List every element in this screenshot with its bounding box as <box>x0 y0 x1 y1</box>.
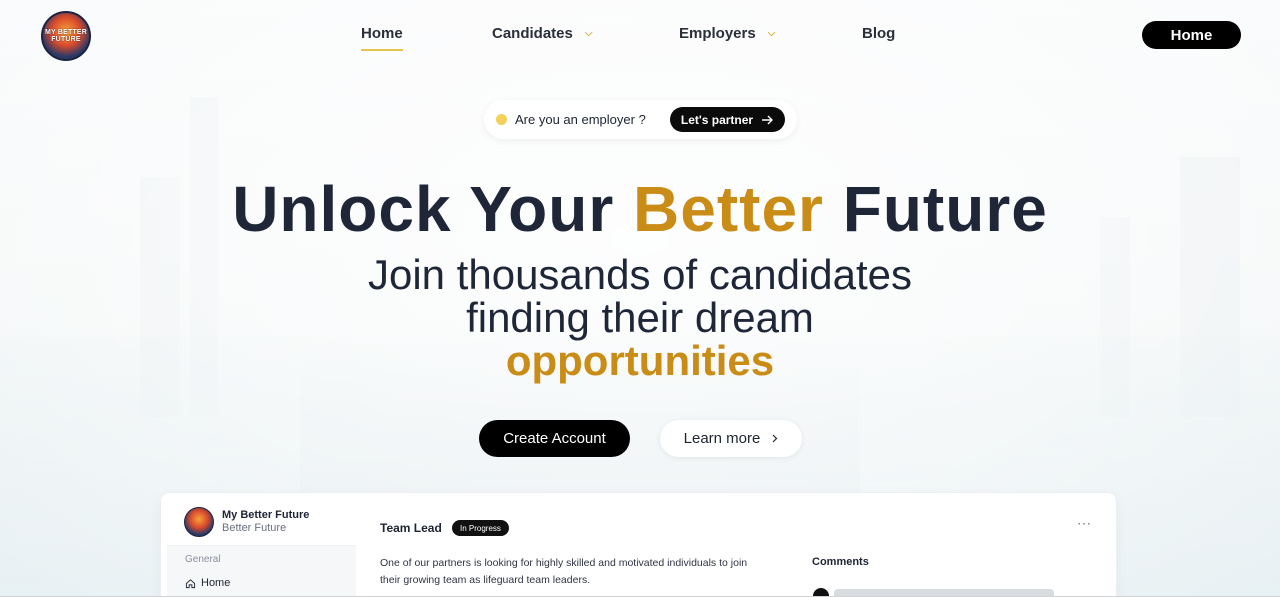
dashboard-brand-name: My Better Future <box>222 509 310 521</box>
hero-title-end: Future <box>823 173 1048 245</box>
dashboard-sidebar: My Better Future Better Future General H… <box>167 499 356 597</box>
status-badge: In Progress <box>452 520 509 536</box>
home-icon <box>185 578 196 588</box>
nav-candidates[interactable]: Candidates ⌵ <box>492 25 592 42</box>
create-account-button[interactable]: Create Account <box>479 420 630 457</box>
logo-text-2: FUTURE <box>51 36 81 43</box>
lets-partner-label: Let's partner <box>680 112 754 127</box>
learn-more-label: Learn more <box>683 430 761 447</box>
dashboard-brand-sub: Better Future <box>222 522 287 534</box>
nav-home[interactable]: Home <box>361 25 403 51</box>
chevron-down-icon: ⌵ <box>584 28 593 39</box>
dashboard-brand: My Better Future Better Future <box>167 499 356 546</box>
logo-text-1: MY BETTER <box>44 29 88 36</box>
nav-home-label: Home <box>361 25 403 42</box>
nav-blog-label: Blog <box>862 25 896 42</box>
hero-subtitle: Join thousands of candidates finding the… <box>0 253 1280 382</box>
hero-title-accent: Better <box>633 173 824 245</box>
status-dot-icon <box>496 114 507 125</box>
lets-partner-button[interactable]: Let's partner <box>670 107 785 132</box>
hero-subtitle-accent: opportunities <box>505 337 775 384</box>
job-description: One of our partners is looking for highl… <box>380 557 748 586</box>
avatar <box>184 507 214 537</box>
hero-title: Unlock Your Better Future <box>0 172 1280 246</box>
hero-title-start: Unlock Your <box>232 173 633 245</box>
sidebar-group-label: General <box>185 554 221 565</box>
hero-subtitle-line2: finding their dream <box>466 294 814 341</box>
more-options-icon[interactable]: ⋯ <box>1077 515 1092 532</box>
comments-heading: Comments <box>812 556 869 568</box>
job-title: Team Lead <box>380 521 442 535</box>
learn-more-button[interactable]: Learn more <box>660 420 802 457</box>
nav-employers-label: Employers <box>679 25 756 42</box>
nav-blog[interactable]: Blog <box>862 25 895 42</box>
hero-subtitle-line1: Join thousands of candidates <box>367 251 913 298</box>
arrow-right-icon <box>762 115 774 124</box>
header-home-button[interactable]: Home <box>1142 21 1241 49</box>
brand-logo[interactable]: MY BETTER FUTURE <box>41 11 91 61</box>
employer-pill: Are you an employer ? Let's partner <box>484 100 797 139</box>
employer-question: Are you an employer ? <box>515 112 646 127</box>
chevron-right-icon <box>772 434 778 443</box>
nav-candidates-label: Candidates <box>492 25 573 42</box>
chevron-down-icon: ⌵ <box>767 28 776 39</box>
nav-employers[interactable]: Employers ⌵ <box>679 25 775 42</box>
dashboard-preview: My Better Future Better Future General H… <box>161 493 1116 597</box>
site-header: MY BETTER FUTURE Home Candidates ⌵ Employ… <box>0 0 1280 72</box>
sidebar-item-label: Home <box>201 577 231 589</box>
sidebar-item-home[interactable]: Home <box>185 577 230 589</box>
